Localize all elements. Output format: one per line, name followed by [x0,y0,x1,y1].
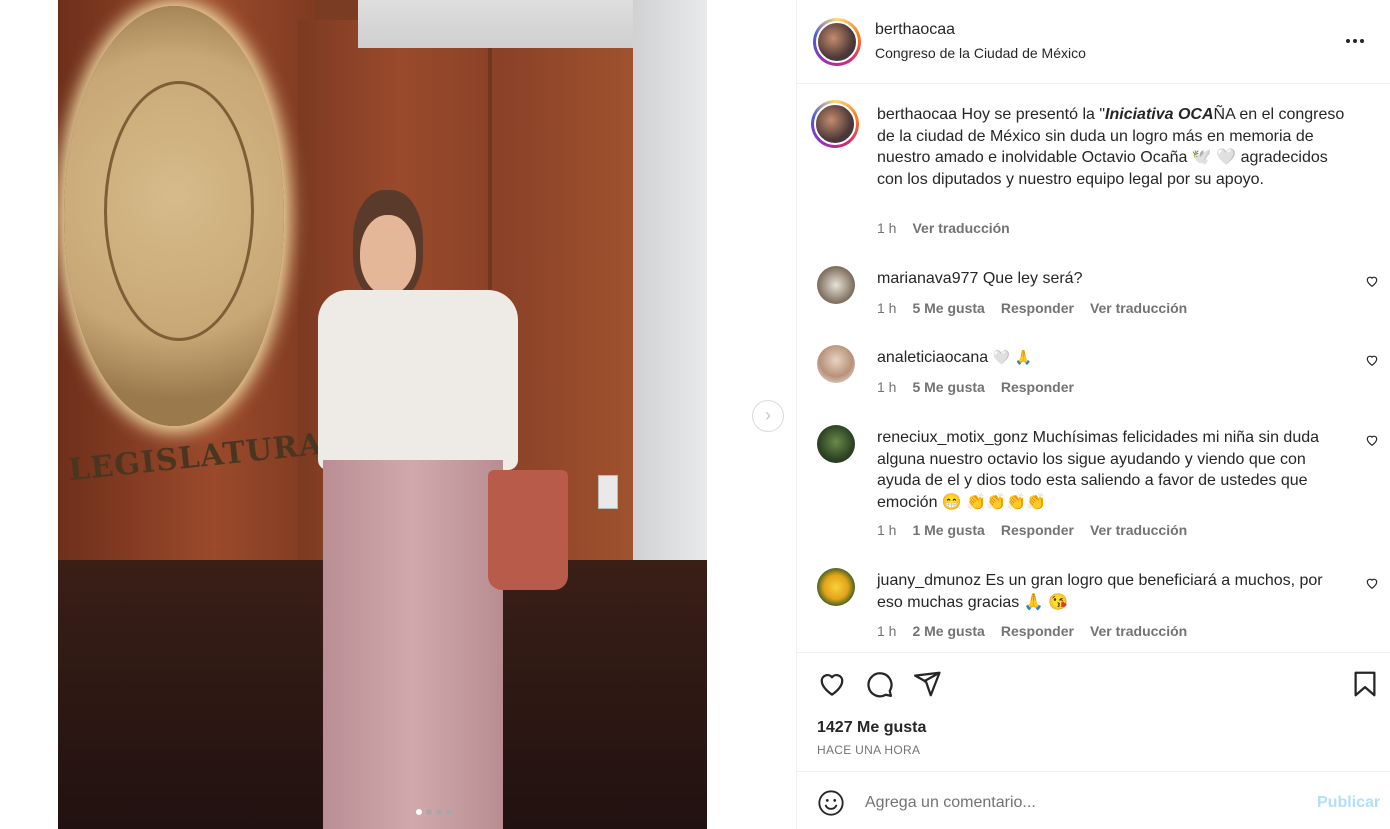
more-options-icon[interactable] [1345,28,1365,48]
comment-meta: 1 h 2 Me gusta Responder Ver traducción [877,623,1188,639]
comment-username[interactable]: reneciux_motix_gonz [877,429,1028,446]
post-header: berthaocaa Congreso de la Ciudad de Méxi… [797,0,1390,84]
carousel-dot [426,809,432,815]
comment-like-icon[interactable] [1365,576,1379,593]
comment-meta: 1 h 5 Me gusta Responder [877,379,1074,395]
comment-like-icon[interactable] [1365,433,1379,450]
like-icon[interactable] [817,669,847,699]
comment-likes-count[interactable]: 1 Me gusta [912,522,984,538]
comment-likes-count[interactable]: 2 Me gusta [912,623,984,639]
comment-username[interactable]: marianava977 [877,270,978,287]
comment-icon[interactable] [864,669,894,699]
caption-text: berthaocaa Hoy se presentó la "Iniciativ… [877,106,1345,188]
post-photo[interactable]: LEGISLATURA [58,0,707,829]
bookmark-icon[interactable] [1350,669,1380,699]
commenter-avatar[interactable] [817,345,855,383]
carousel-dot [446,809,452,815]
comment-composer: Publicar [797,771,1390,829]
comment-text: 🤍 🙏 [992,350,1032,366]
share-icon[interactable] [912,669,942,699]
commenter-avatar[interactable] [817,568,855,606]
comment-input[interactable] [865,790,1305,816]
coat-of-arms-seal [64,6,284,426]
post-actions: 1427 Me gusta HACE UNA HORA [797,652,1390,772]
reply-button[interactable]: Responder [1001,300,1074,316]
author-avatar[interactable] [813,18,861,66]
comments-list[interactable]: berthaocaa Hoy se presentó la "Iniciativ… [797,84,1390,652]
comment-likes-count[interactable]: 5 Me gusta [912,300,984,316]
caption-time: 1 h [877,220,897,236]
post-location[interactable]: Congreso de la Ciudad de México [875,45,1086,61]
caption-meta: 1 h Ver traducción [877,220,1010,236]
likes-count[interactable]: 1427 Me gusta [817,719,926,737]
post-media-area: LEGISLATURA › [0,0,796,829]
handbag [488,470,568,590]
carousel-next-button[interactable]: › [752,400,784,432]
commenter-avatar[interactable] [817,425,855,463]
reply-button[interactable]: Responder [1001,522,1074,538]
reply-button[interactable]: Responder [1001,379,1074,395]
carousel-dot [436,809,442,815]
comment-like-icon[interactable] [1365,353,1379,370]
translate-link[interactable]: Ver traducción [1090,522,1187,538]
carousel-indicator [416,809,452,815]
post-time: HACE UNA HORA [817,743,921,757]
wall-outlet [598,475,618,509]
caption-avatar[interactable] [811,100,859,148]
comment-text: Que ley será? [982,270,1083,287]
comment-meta: 1 h 1 Me gusta Responder Ver traducción [877,522,1188,538]
publish-button[interactable]: Publicar [1317,794,1380,812]
comment-username[interactable]: juany_dmunoz [877,572,981,589]
comment-like-icon[interactable] [1365,274,1379,291]
emoji-icon[interactable] [817,789,845,817]
caption-username[interactable]: berthaocaa [877,106,957,123]
commenter-avatar[interactable] [817,266,855,304]
person-figure [318,190,568,829]
carousel-dot [416,809,422,815]
comment-username[interactable]: analeticiaocana [877,349,988,366]
reply-button[interactable]: Responder [1001,623,1074,639]
chevron-right-icon: › [765,405,771,425]
comment-likes-count[interactable]: 5 Me gusta [912,379,984,395]
author-username[interactable]: berthaocaa [875,21,955,39]
comment-meta: 1 h 5 Me gusta Responder Ver traducción [877,300,1188,316]
translate-link[interactable]: Ver traducción [1090,300,1187,316]
translate-link[interactable]: Ver traducción [1090,623,1187,639]
translate-link[interactable]: Ver traducción [912,220,1009,236]
post-sidebar: berthaocaa Congreso de la Ciudad de Méxi… [796,0,1390,829]
